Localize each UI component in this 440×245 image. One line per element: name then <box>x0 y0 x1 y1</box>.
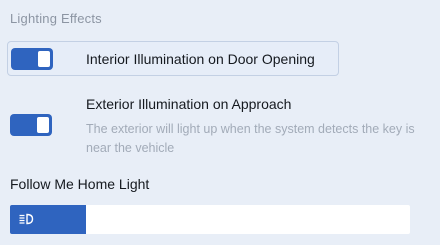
follow-me-home-slider[interactable] <box>10 205 410 234</box>
toggle-knob <box>37 117 49 133</box>
headlight-icon <box>19 213 34 225</box>
exterior-illumination-toggle[interactable] <box>10 114 52 136</box>
exterior-illumination-label: Exterior Illumination on Approach <box>86 96 292 112</box>
toggle-knob <box>38 51 50 67</box>
interior-illumination-label: Interior Illumination on Door Opening <box>86 51 315 67</box>
exterior-illumination-description: The exterior will light up when the syst… <box>86 122 415 155</box>
interior-illumination-toggle[interactable] <box>11 48 53 70</box>
follow-me-home-title: Follow Me Home Light <box>10 176 150 192</box>
follow-me-home-slider-fill <box>10 205 86 234</box>
section-title: Lighting Effects <box>10 11 102 26</box>
interior-illumination-row[interactable]: Interior Illumination on Door Opening <box>7 41 339 76</box>
